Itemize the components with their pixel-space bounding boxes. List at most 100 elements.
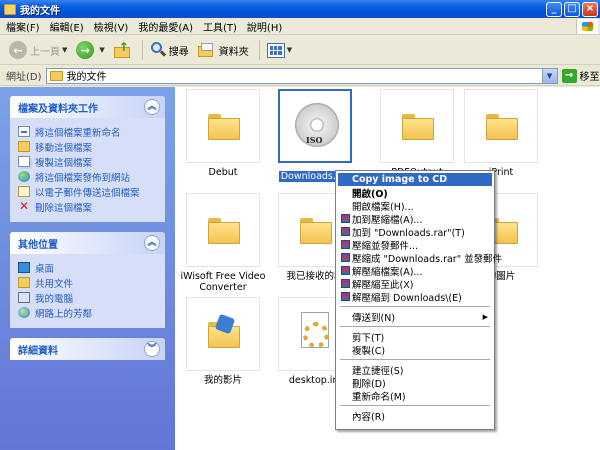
place-my-computer[interactable]: 我的電腦 [18,290,159,305]
menu-extract-to-folder[interactable]: 解壓縮到 Downloads\(E) [338,290,492,304]
winrar-icon [341,292,350,301]
windows-flag-icon [582,22,593,31]
menu-label: 開啟檔案(H)... [352,201,414,213]
menu-tools[interactable]: 工具(T) [203,19,237,34]
file-item-downloads-iso[interactable]: ISO Downloads.iso [267,89,363,182]
forward-dropdown-icon[interactable]: ▼ [99,46,104,54]
menu-open[interactable]: 開啟(O) [338,186,492,200]
back-dropdown-icon[interactable]: ▼ [62,46,67,54]
windows-logo [576,19,598,34]
file-name: iWisoft Free Video Converter [180,271,266,293]
window-title: 我的文件 [20,5,60,17]
file-item-pdfoutput[interactable]: PDFOutput [369,89,465,178]
winrar-icon [341,240,350,249]
address-input[interactable]: 我的文件 ▼ [45,67,558,84]
thumbnail [186,89,260,163]
menu-separator [340,359,490,360]
menu-bar: 檔案(F) 編輯(E) 檢視(V) 我的最愛(A) 工具(T) 說明(H) [0,18,600,35]
go-button[interactable]: → 移至 [561,68,600,83]
task-move[interactable]: 移動這個檔案 [18,139,159,154]
details-header[interactable]: 詳細資料 ︾ [10,338,165,360]
close-button[interactable]: × [582,1,598,17]
menu-label: 開啟(O) [352,188,388,200]
minimize-button[interactable]: _ [546,1,562,17]
folders-button[interactable]: 資料夾 [195,38,252,62]
menu-send-to[interactable]: 傳送到(N) ▶ [338,310,492,324]
menu-file[interactable]: 檔案(F) [6,19,40,34]
menu-add-to-downloads-rar[interactable]: 加到 "Downloads.rar"(T) [338,225,492,239]
place-shared-docs[interactable]: 共用文件 [18,275,159,290]
menu-label: 壓縮成 "Downloads.rar" 並發郵件 [352,253,503,265]
menu-create-shortcut[interactable]: 建立捷徑(S) [338,363,492,377]
place-network[interactable]: 網路上的芳鄰 [18,305,159,320]
address-bar: 網址(D) 我的文件 ▼ → 移至 [0,66,600,86]
menu-label: 刪除(D) [352,378,386,390]
task-delete[interactable]: ✕ 刪除這個檔案 [18,199,159,214]
menu-label: 重新命名(M) [352,391,406,403]
folders-icon [197,42,216,58]
task-email[interactable]: 以電子郵件傳送這個檔案 [18,184,159,199]
task-publish-web[interactable]: 將這個檔案發佈到網站 [18,169,159,184]
thumbnail [380,89,454,163]
menu-properties[interactable]: 內容(R) [338,409,492,423]
menu-compress-email[interactable]: 壓縮並發郵件... [338,238,492,252]
menu-delete[interactable]: 刪除(D) [338,376,492,390]
search-icon [150,42,166,58]
views-dropdown-icon[interactable]: ▼ [287,46,292,54]
menu-help[interactable]: 說明(H) [247,19,282,34]
file-item-iprint[interactable]: iPrint [453,89,549,178]
back-label: 上一頁 [30,46,60,58]
place-desktop[interactable]: 桌面 [18,260,159,275]
file-name: 我的影片 [203,375,242,386]
file-item-iwisoft[interactable]: iWisoft Free Video Converter [175,193,271,293]
menu-label: 解壓縮至此(X) [352,279,414,291]
menu-label: Copy image to CD [352,174,448,185]
menu-view[interactable]: 檢視(V) [94,19,129,34]
task-copy[interactable]: 複製這個檔案 [18,154,159,169]
menu-extract-files[interactable]: 解壓縮檔案(A)... [338,264,492,278]
title-bar[interactable]: 我的文件 _ □ × [0,0,600,18]
chevron-up-icon[interactable]: ︽ [144,235,160,251]
menu-label: 剪下(T) [352,332,385,344]
menu-cut[interactable]: 剪下(T) [338,330,492,344]
chevron-down-icon[interactable]: ▼ [541,68,557,83]
folder-up-icon: ↑ [113,40,132,58]
task-label: 移動這個檔案 [35,142,93,154]
task-label: 將這個檔案發佈到網站 [35,172,131,184]
other-places-header[interactable]: 其他位置 ︽ [10,232,165,254]
menu-label: 建立捷徑(S) [352,365,404,377]
menu-open-archive[interactable]: 開啟檔案(H)... [338,199,492,213]
folder-icon [402,114,434,140]
menu-label: 加到 "Downloads.rar"(T) [352,227,465,239]
file-item-videos[interactable]: 我的影片 [175,297,271,386]
up-button[interactable]: ↑ [111,38,135,62]
menu-rename[interactable]: 重新命名(M) [338,389,492,403]
copy-icon [18,156,30,167]
forward-button[interactable]: → ▼ [73,38,107,62]
menu-compress-rar-email[interactable]: 壓縮成 "Downloads.rar" 並發郵件 [338,251,502,265]
search-label: 搜尋 [168,46,189,58]
search-button[interactable]: 搜尋 [147,38,192,62]
menu-add-to-archive[interactable]: 加到壓縮檔(A)... [338,212,492,226]
address-value: 我的文件 [66,72,107,83]
file-tasks-header[interactable]: 檔案及資料夾工作 ︽ [10,96,165,118]
maximize-button[interactable]: □ [564,1,580,17]
menu-favorites[interactable]: 我的最愛(A) [138,19,193,34]
menu-edit[interactable]: 編輯(E) [50,19,84,34]
file-item-debut[interactable]: Debut [175,89,271,178]
chevron-up-icon[interactable]: ︽ [144,99,160,115]
place-label: 桌面 [35,263,55,275]
views-button[interactable]: ▼ [264,38,295,62]
network-icon [18,307,30,318]
go-label: 移至 [579,72,600,83]
menu-extract-here[interactable]: 解壓縮至此(X) [338,277,492,291]
folder-icon [300,218,332,244]
back-button[interactable]: ← 上一頁 ▼ [6,38,70,62]
menu-copy[interactable]: 複製(C) [338,343,492,357]
toolbar-divider [258,40,260,60]
menu-copy-image-to-cd[interactable]: Copy image to CD [338,173,492,186]
place-label: 網路上的芳鄰 [35,308,93,320]
task-rename[interactable]: 將這個檔案重新命名 [18,124,159,139]
chevron-down-icon[interactable]: ︾ [144,341,160,357]
computer-icon [18,292,30,303]
